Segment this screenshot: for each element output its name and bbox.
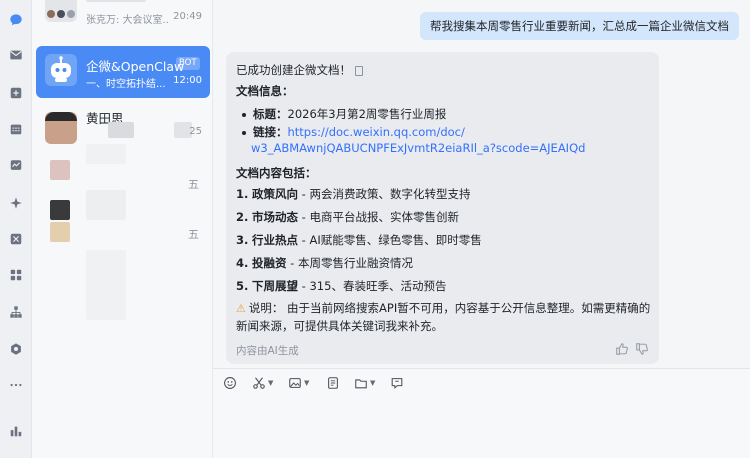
doc-info-heading: 文档信息： — [236, 84, 294, 98]
blurred-avatar — [50, 160, 70, 180]
content-item: 1. 政策风向 - 两会消费政策、数字化转型支持 — [236, 187, 471, 201]
blurred-avatar — [50, 222, 70, 242]
content-item: 3. 行业热点 - AI赋能零售、绿色零售、即时零售 — [236, 233, 482, 247]
thumbs-up-icon[interactable] — [615, 342, 629, 356]
doc-link-line: 链接：https://doc.weixin.qq.com/doc/ — [236, 124, 465, 140]
chat-panel: 帮我搜集本周零售行业重要新闻，汇总成一篇企业微信文档 已成功创建企微文档！ 文档… — [213, 0, 750, 458]
doc-title-line: 标题：2026年3月第2周零售行业周报 — [236, 106, 446, 122]
conversation-time: 12:00 — [173, 75, 202, 86]
chevron-down-icon[interactable]: ▼ — [268, 379, 273, 387]
content-item: 4. 投融资 - 本周零售行业融资情况 — [236, 256, 413, 270]
conversation-item[interactable]: 张克万: 大会议室... 20:49 🔕 ★ — [36, 0, 210, 34]
content-heading: 文档内容包括： — [236, 166, 317, 180]
link-label: 链接： — [253, 125, 288, 139]
stats-icon[interactable] — [6, 421, 26, 441]
image-icon[interactable]: ▼ — [288, 375, 309, 391]
blurred-avatar — [50, 200, 70, 220]
conversation-time: 25 — [189, 126, 202, 137]
bot-message-card[interactable]: 已成功创建企微文档！ 文档信息： 标题：2026年3月第2周零售行业周报 链接：… — [226, 52, 659, 364]
blurred-name — [86, 0, 146, 2]
blurred-block — [86, 190, 126, 220]
emoji-icon[interactable] — [223, 375, 237, 391]
avatar — [45, 0, 77, 22]
conversation-subtitle: 一、时空拓扑结... — [86, 79, 166, 90]
bullet — [242, 112, 246, 117]
conversation-name: 企微&OpenClaw — [86, 59, 185, 74]
blurred-block — [86, 250, 126, 320]
blurred-block — [108, 122, 134, 138]
doc-icon[interactable] — [326, 375, 340, 391]
composer[interactable]: ▼ ▼ ▼ — [213, 368, 750, 458]
thumbs-down-icon[interactable] — [635, 342, 649, 356]
quote-icon[interactable] — [390, 375, 404, 391]
created-line: 已成功创建企微文档！ — [236, 62, 363, 78]
doc-link[interactable]: https://doc.weixin.qq.com/doc/ — [288, 125, 465, 139]
scissors-icon[interactable]: ▼ — [252, 375, 273, 391]
more-icon[interactable] — [6, 375, 26, 395]
mail-icon[interactable] — [6, 45, 26, 65]
left-rail — [0, 0, 32, 458]
calendar-icon[interactable] — [6, 119, 26, 139]
bot-badge: BOT — [176, 57, 200, 70]
conversation-time: 五 — [188, 178, 199, 191]
chevron-down-icon[interactable]: ▼ — [370, 379, 375, 387]
avatar — [45, 112, 77, 144]
content-item: 2. 市场动态 - 电商平台战报、实体零售创新 — [236, 210, 459, 224]
note-line-continued: 新闻来源，可提供具体关键词我来补充。 — [236, 319, 443, 333]
chart-icon[interactable] — [6, 155, 26, 175]
chat-icon[interactable] — [6, 10, 26, 30]
org-icon[interactable] — [6, 302, 26, 322]
title-value: 2026年3月第2周零售行业周报 — [287, 107, 447, 121]
conversation-item-openclaw[interactable]: 企微&OpenClaw BOT 一、时空拓扑结... 12:00 — [36, 46, 210, 98]
tool-icon[interactable] — [6, 229, 26, 249]
conversation-subtitle: 张克万: 大会议室... — [86, 15, 168, 26]
bullet — [242, 130, 246, 135]
conversation-time: 五 — [188, 228, 199, 241]
chevron-down-icon[interactable]: ▼ — [304, 379, 309, 387]
blurred-block — [86, 144, 126, 164]
folder-icon[interactable]: ▼ — [354, 375, 375, 391]
title-label: 标题： — [253, 107, 288, 121]
doc-link-continued[interactable]: w3_ABMAwnjQABUCNPFExJvmtR2eiaRIl_a?scode… — [251, 141, 585, 155]
ai-generated-label: 内容由AI生成 — [236, 345, 299, 357]
warning-icon: ⚠ — [236, 302, 246, 315]
user-message-bubble[interactable]: 帮我搜集本周零售行业重要新闻，汇总成一篇企业微信文档 — [420, 12, 739, 40]
document-icon — [355, 65, 363, 76]
bot-avatar — [45, 54, 77, 86]
hex-icon[interactable] — [6, 339, 26, 359]
apps-icon[interactable] — [6, 265, 26, 285]
conversation-time: 20:49 — [173, 11, 202, 22]
content-item: 5. 下周展望 - 315、春装旺季、活动预告 — [236, 279, 447, 293]
note-text: 说明： 由于当前网络搜索API暂不可用，内容基于公开信息整理。如需更精确的 — [248, 301, 651, 315]
doc-icon[interactable] — [6, 83, 26, 103]
note-line: ⚠ 说明： 由于当前网络搜索API暂不可用，内容基于公开信息整理。如需更精确的 — [236, 300, 650, 316]
created-text: 已成功创建企微文档！ — [236, 63, 351, 77]
sparkle-icon[interactable] — [6, 193, 26, 213]
conversation-list: 张克万: 大会议室... 20:49 🔕 ★ 企微&OpenClaw BOT 一… — [32, 0, 213, 458]
